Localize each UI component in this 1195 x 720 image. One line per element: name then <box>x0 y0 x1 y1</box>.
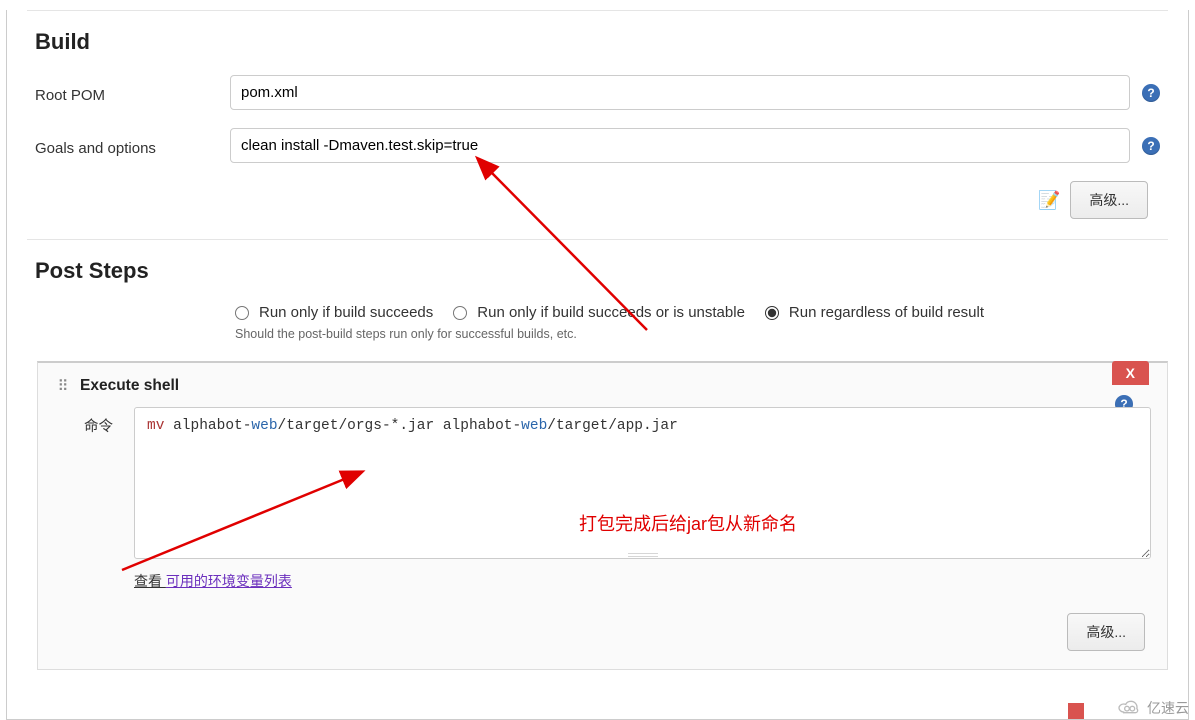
edit-icon[interactable]: 📝 <box>1038 189 1060 211</box>
radio-unstable-label[interactable]: Run only if build succeeds or is unstabl… <box>477 304 745 321</box>
radio-succeeds[interactable] <box>235 306 249 320</box>
drag-handle-icon[interactable]: ⠿ <box>54 378 70 394</box>
build-section-title: Build <box>35 29 1188 55</box>
resize-handle-icon[interactable] <box>628 553 658 557</box>
jenkins-config-panel: Build Root POM ? Goals and options ? 📝 高… <box>6 10 1189 720</box>
radio-regardless[interactable] <box>765 306 779 320</box>
env-prefix: 查看 <box>134 573 166 589</box>
radio-succeeds-label[interactable]: Run only if build succeeds <box>259 304 433 321</box>
top-divider <box>27 10 1168 11</box>
step-header: ⠿ Execute shell <box>54 377 1151 395</box>
root-pom-input[interactable] <box>230 75 1130 110</box>
goals-row: Goals and options ? <box>35 128 1168 163</box>
goals-label: Goals and options <box>35 134 230 157</box>
help-icon[interactable]: ? <box>1142 84 1160 102</box>
post-steps-radio-group: Run only if build succeeds Run only if b… <box>235 304 1188 321</box>
radio-regardless-label[interactable]: Run regardless of build result <box>789 304 984 321</box>
post-steps-title: Post Steps <box>35 258 1188 284</box>
command-row: 命令 mv alphabot-web/target/orgs-*.jar alp… <box>84 407 1151 559</box>
section-divider <box>27 239 1168 240</box>
command-textarea[interactable]: mv alphabot-web/target/orgs-*.jar alphab… <box>134 407 1151 559</box>
delete-step-button[interactable]: X <box>1112 361 1149 385</box>
env-link-row: 查看 可用的环境变量列表 <box>134 571 1151 591</box>
radio-unstable[interactable] <box>453 306 467 320</box>
command-label: 命令 <box>84 407 134 436</box>
root-pom-row: Root POM ? <box>35 75 1168 110</box>
build-advanced-button[interactable]: 高级... <box>1070 181 1148 219</box>
execute-shell-title: Execute shell <box>80 377 179 395</box>
root-pom-label: Root POM <box>35 81 230 104</box>
post-steps-helptext: Should the post-build steps run only for… <box>235 327 1188 341</box>
execute-shell-panel: X ? ⠿ Execute shell 命令 mv alphabot-web/t… <box>37 361 1168 670</box>
watermark: 亿速云 <box>1115 698 1189 718</box>
env-variables-link[interactable]: 可用的环境变量列表 <box>166 573 292 589</box>
partial-delete-btn <box>1068 703 1084 719</box>
help-icon[interactable]: ? <box>1142 137 1160 155</box>
build-advanced-row: 📝 高级... <box>7 181 1148 219</box>
cloud-icon <box>1115 700 1143 716</box>
shell-advanced-button[interactable]: 高级... <box>1067 613 1145 651</box>
goals-input[interactable] <box>230 128 1130 163</box>
watermark-text: 亿速云 <box>1147 698 1189 718</box>
